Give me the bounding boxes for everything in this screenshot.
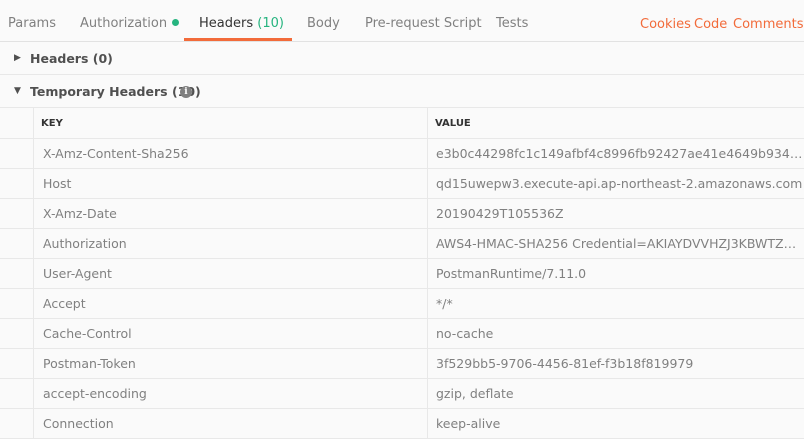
header-key: Authorization <box>34 229 428 258</box>
headers-section-label: Headers <box>30 51 89 66</box>
header-value: */* <box>436 296 453 311</box>
table-row: X-Amz-Content-Sha256 e3b0c44298fc1c149afb… <box>0 139 804 169</box>
table-row: Cache-Control no-cache <box>0 319 804 349</box>
header-key: Postman-Token <box>34 349 428 378</box>
row-selector <box>0 229 34 258</box>
row-selector <box>0 169 34 198</box>
table-row: Authorization AWS4-HMAC-SHA256 Credential… <box>0 229 804 259</box>
header-value: e3b0c44298fc1c149afbf4c8996fb92427ae41e4… <box>436 146 804 161</box>
value-column-header: VALUE <box>435 118 471 129</box>
info-icon[interactable]: i <box>180 86 192 98</box>
tab-headers-count: (10) <box>257 16 284 31</box>
table-row: Accept */* <box>0 289 804 319</box>
request-tabs: Params Authorization Headers (10) Body P… <box>0 0 804 42</box>
table-row: Postman-Token 3f529bb5-9706-4456-81ef-f3b… <box>0 349 804 379</box>
row-selector <box>0 199 34 228</box>
header-value: PostmanRuntime/7.11.0 <box>436 266 587 281</box>
header-key: X-Amz-Date <box>34 199 428 228</box>
table-row: User-Agent PostmanRuntime/7.11.0 <box>0 259 804 289</box>
table-header: KEY VALUE <box>0 108 804 139</box>
header-value: 3f529bb5-9706-4456-81ef-f3b18f819979 <box>436 356 694 371</box>
table-row: X-Amz-Date 20190429T105536Z <box>0 199 804 229</box>
row-selector <box>0 139 34 168</box>
headers-section-toggle[interactable]: ▶ Headers (0) <box>0 42 804 75</box>
caret-down-icon: ▼ <box>14 86 21 96</box>
header-key: X-Amz-Content-Sha256 <box>34 139 428 168</box>
table-row: Host qd15uwepw3.execute-api.ap-northeast-… <box>0 169 804 199</box>
header-key: accept-encoding <box>34 379 428 408</box>
temporary-headers-label: Temporary Headers <box>30 84 168 99</box>
row-selector <box>0 379 34 408</box>
header-key: Cache-Control <box>34 319 428 348</box>
tab-headers[interactable]: Headers (10) <box>199 0 284 41</box>
temporary-headers-section-toggle[interactable]: ▼ Temporary Headers (10) i <box>0 75 804 108</box>
temporary-headers-table: KEY VALUE X-Amz-Content-Sha256 e3b0c44298… <box>0 108 804 439</box>
header-value: no-cache <box>436 326 494 341</box>
status-dot-icon <box>172 19 180 26</box>
table-row: Connection keep-alive <box>0 409 804 439</box>
headers-section-count: (0) <box>92 51 113 66</box>
tab-authorization[interactable]: Authorization <box>80 0 180 41</box>
header-key: Connection <box>34 409 428 438</box>
tab-body[interactable]: Body <box>307 0 340 41</box>
header-value: AWS4-HMAC-SHA256 Credential=AKIAYDVVHZJ3… <box>436 236 804 251</box>
tab-params[interactable]: Params <box>8 0 56 41</box>
key-column-header: KEY <box>34 108 428 138</box>
header-value: qd15uwepw3.execute-api.ap-northeast-2.am… <box>436 176 803 191</box>
active-tab-indicator <box>184 38 292 41</box>
table-row: accept-encoding gzip, deflate <box>0 379 804 409</box>
header-key: Accept <box>34 289 428 318</box>
tab-tests[interactable]: Tests <box>496 0 528 41</box>
header-value: 20190429T105536Z <box>436 206 564 221</box>
row-selector <box>0 349 34 378</box>
header-value: keep-alive <box>436 416 501 431</box>
tab-pre-request-script[interactable]: Pre-request Script <box>365 0 482 41</box>
row-selector <box>0 409 34 438</box>
row-selector <box>0 289 34 318</box>
row-selector <box>0 259 34 288</box>
header-key: User-Agent <box>34 259 428 288</box>
row-selector <box>0 319 34 348</box>
caret-right-icon: ▶ <box>14 53 21 63</box>
header-value: gzip, deflate <box>436 386 514 401</box>
header-key: Host <box>34 169 428 198</box>
